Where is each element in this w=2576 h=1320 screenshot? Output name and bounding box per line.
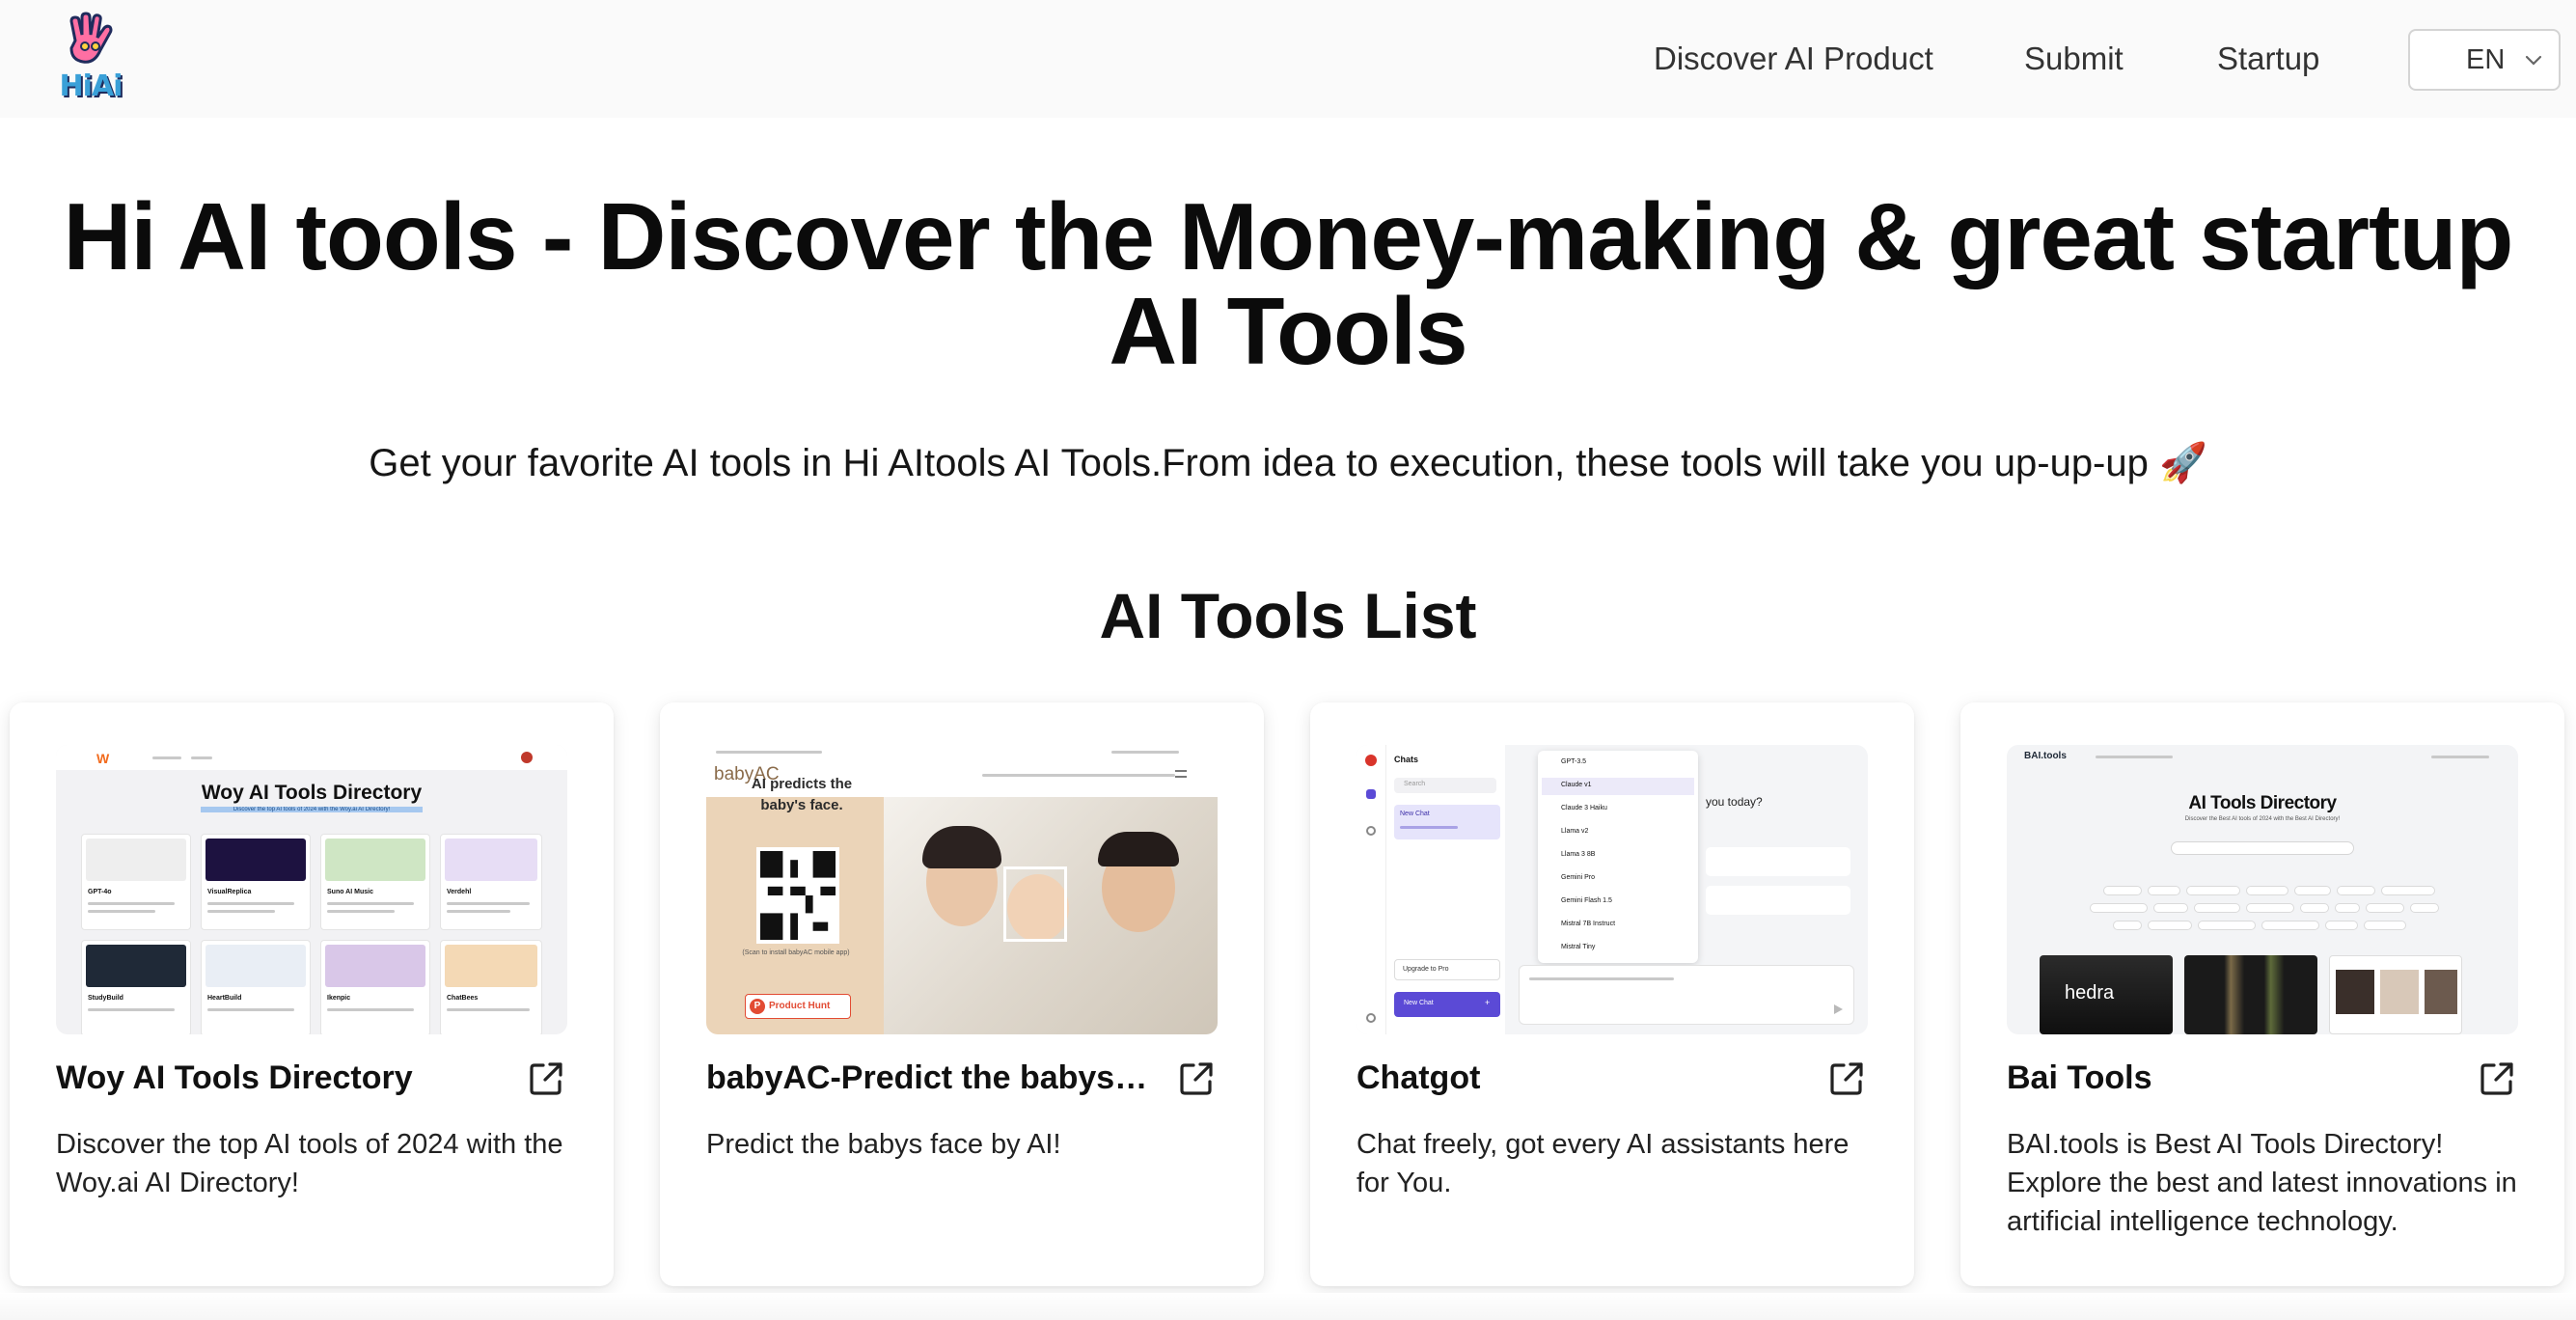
external-link-icon[interactable] — [1827, 1059, 1866, 1098]
explore-icon — [1366, 826, 1376, 836]
avatar — [521, 752, 533, 763]
thumb-heading: AI predicts the baby's face. — [751, 776, 853, 813]
qr-caption: (Scan to install babyAC mobile app) — [742, 949, 850, 956]
external-link-icon[interactable] — [527, 1059, 565, 1098]
section-title: AI Tools List — [1099, 580, 1477, 651]
menu-icon — [1175, 770, 1187, 778]
product-hunt-badge: P Product Hunt — [745, 994, 851, 1019]
tool-card-description: Predict the babys face by AI! — [706, 1129, 1061, 1160]
thumb-greeting: you today? — [1706, 795, 1763, 809]
page-title: Hi AI tools - Discover the Money-making … — [63, 183, 2514, 384]
tool-thumbnail: Chats Search New Chat Upgrade to Pro New… — [1357, 745, 1868, 1034]
bai-logo: BAI.tools — [2024, 751, 2067, 761]
external-link-icon[interactable] — [1177, 1059, 1216, 1098]
page-bottom-fade — [0, 1293, 2576, 1320]
tool-card-description: BAI.tools is Best AI Tools Directory! Ex… — [2007, 1129, 2517, 1237]
tool-thumbnail: BAI.tools AI Tools Directory Discover th… — [2007, 745, 2518, 1034]
tool-card-babyac[interactable]: babyAC AI predicts the baby's face. (Sca… — [660, 702, 1264, 1286]
page-subtitle: Get your favorite AI tools in Hi AItools… — [369, 442, 2207, 484]
family-photo — [884, 797, 1218, 1034]
face-frame — [1003, 866, 1067, 942]
logo-text: HiAi — [59, 69, 123, 103]
qr-code-icon — [756, 847, 839, 944]
thumb-subheading: Discover the top AI tools of 2024 with t… — [201, 807, 423, 812]
site-logo[interactable]: HiAi — [52, 12, 127, 103]
app-logo-icon — [1365, 755, 1377, 766]
settings-icon — [1366, 1013, 1376, 1023]
send-icon — [1834, 1004, 1843, 1014]
site-header: HiAi Discover AI Product Submit Startup … — [0, 0, 2576, 118]
hand-logo-icon — [69, 12, 113, 64]
chevron-down-icon — [2525, 55, 2542, 66]
language-label: EN — [2466, 43, 2506, 75]
thumb-search-input: Search — [1394, 778, 1496, 793]
external-link-icon[interactable] — [2478, 1059, 2516, 1098]
thumb-heading: Woy AI Tools Directory — [201, 782, 423, 804]
thumb-search-input — [2171, 841, 2354, 855]
tool-card-description: Discover the top AI tools of 2024 with t… — [56, 1129, 563, 1198]
thumb-heading: AI Tools Directory — [2188, 793, 2337, 813]
tool-card-bai-tools[interactable]: BAI.tools AI Tools Directory Discover th… — [1960, 702, 2564, 1286]
tool-thumbnail: W Woy AI Tools Directory Discover the to… — [56, 745, 567, 1034]
thumb-subheading: Discover the Best AI tools of 2024 with … — [2184, 816, 2341, 822]
tool-card-title[interactable]: Bai Tools — [2007, 1059, 2451, 1097]
tool-card-title[interactable]: Chatgot — [1357, 1059, 1800, 1097]
tool-card-title[interactable]: Woy AI Tools Directory — [56, 1059, 500, 1097]
nav-startup[interactable]: Startup — [2217, 0, 2319, 118]
product-hunt-icon: P — [750, 999, 765, 1014]
tool-card-chatgot[interactable]: Chats Search New Chat Upgrade to Pro New… — [1310, 702, 1914, 1286]
tool-card-title[interactable]: babyAC-Predict the babys face by AI! — [706, 1059, 1150, 1097]
chat-icon — [1366, 789, 1376, 799]
tool-thumbnail: babyAC AI predicts the baby's face. (Sca… — [706, 745, 1218, 1034]
woy-logo-icon: W — [96, 751, 110, 766]
tool-card-woy[interactable]: W Woy AI Tools Directory Discover the to… — [10, 702, 614, 1286]
nav-submit[interactable]: Submit — [2024, 0, 2124, 118]
nav-discover-ai-product[interactable]: Discover AI Product — [1654, 0, 1933, 118]
language-select[interactable]: EN — [2408, 29, 2561, 91]
thumb-message-input — [1519, 965, 1854, 1025]
hedra-label: hedra — [2065, 982, 2115, 1004]
thumb-model-dropdown: GPT-3.5 Claude v1 Claude 3 Haiku Llama v… — [1538, 751, 1698, 963]
tool-card-description: Chat freely, got every AI assistants her… — [1357, 1129, 1850, 1198]
